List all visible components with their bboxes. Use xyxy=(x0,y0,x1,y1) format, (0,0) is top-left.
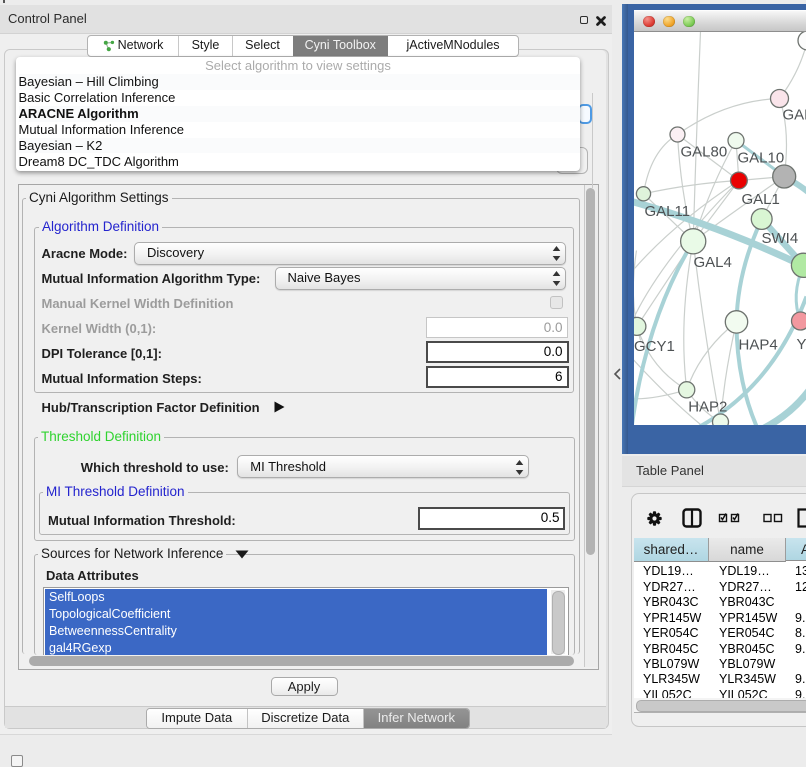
svg-text:GAL10: GAL10 xyxy=(737,149,784,166)
svg-text:GAL2: GAL2 xyxy=(782,106,806,123)
svg-text:Y: Y xyxy=(796,336,806,353)
svg-text:HAP4: HAP4 xyxy=(738,336,777,353)
svg-text:GAL80: GAL80 xyxy=(680,143,727,160)
svg-text:GCY1: GCY1 xyxy=(634,338,675,355)
svg-text:HAP2: HAP2 xyxy=(688,398,727,415)
svg-text:GAL1: GAL1 xyxy=(741,191,779,208)
svg-text:GAL4: GAL4 xyxy=(693,254,731,271)
svg-text:SWI4: SWI4 xyxy=(761,229,798,246)
svg-text:GAL11: GAL11 xyxy=(644,203,690,220)
